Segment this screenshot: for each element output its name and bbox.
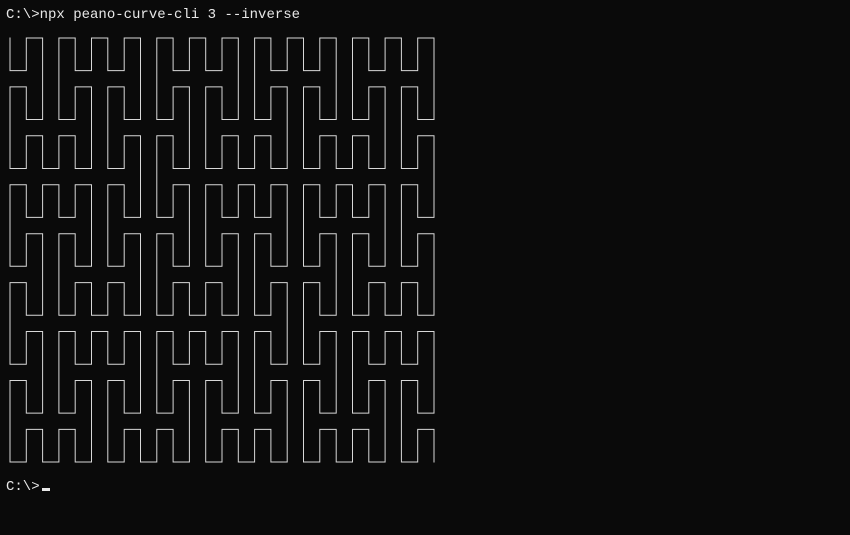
- prompt-line-1: C:\>npx peano-curve-cli 3 --inverse: [6, 7, 300, 23]
- command-text: npx peano-curve-cli 3 --inverse: [40, 7, 300, 23]
- cursor: [42, 488, 50, 491]
- terminal-prompt-2[interactable]: C:\>: [0, 472, 850, 502]
- peano-curve-path: [10, 38, 434, 462]
- peano-curve-output: [0, 30, 850, 472]
- terminal[interactable]: C:\>npx peano-curve-cli 3 --inverse: [0, 0, 850, 30]
- prompt-line-2: C:\>: [6, 479, 40, 495]
- prompt-symbol: C:\>: [6, 7, 40, 23]
- peano-curve-svg: [6, 34, 438, 466]
- prompt-symbol-2: C:\>: [6, 479, 40, 495]
